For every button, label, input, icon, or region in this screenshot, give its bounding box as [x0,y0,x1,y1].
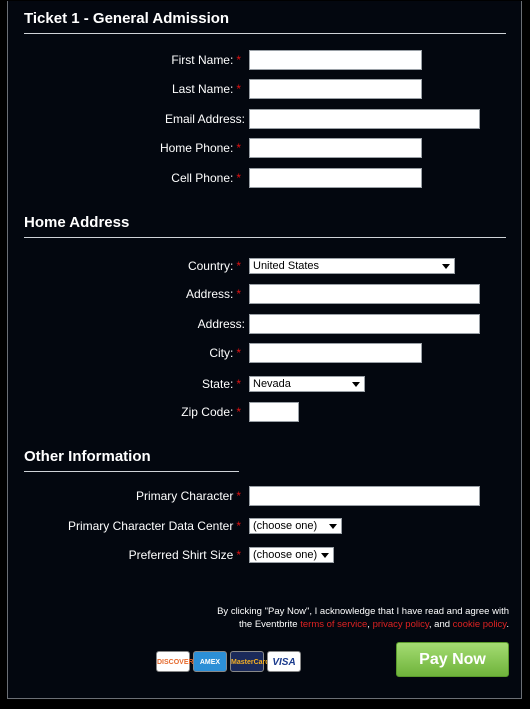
data-center-select[interactable]: (choose one) [249,518,342,534]
chevron-down-icon [329,524,337,529]
address1-row: Address: * [8,283,521,305]
first-name-label: First Name: * [171,53,241,67]
visa-card-icon: VISA [267,651,301,672]
shirt-size-label: Preferred Shirt Size * [128,548,241,562]
cookie-policy-link[interactable]: cookie policy [453,619,507,630]
address2-row: Address: [8,313,521,335]
section-divider [24,33,506,34]
zip-label: Zip Code: * [181,405,241,419]
city-row: City: * [8,342,521,364]
zip-field[interactable] [249,402,299,422]
email-label: Email Address: [164,112,245,126]
address1-field[interactable] [249,284,480,304]
legal-line-2: the Eventbrite terms of service, privacy… [238,619,509,630]
last-name-field[interactable] [249,79,422,99]
address1-label: Address: * [185,287,241,301]
terms-of-service-link[interactable]: terms of service [300,619,367,630]
city-field[interactable] [249,343,422,363]
mastercard-icon: MasterCard [230,651,270,672]
primary-character-field[interactable] [249,486,480,506]
amex-card-icon: AMEX [193,651,227,672]
email-field[interactable] [249,109,480,129]
primary-character-label: Primary Character * [135,489,241,503]
address2-field[interactable] [249,314,480,334]
discover-card-icon: DISCOVER [156,651,194,672]
shirt-size-select[interactable]: (choose one) [249,547,334,563]
chevron-down-icon [352,382,360,387]
last-name-label: Last Name: * [171,82,241,96]
chevron-down-icon [442,264,450,269]
data-center-label: Primary Character Data Center * [67,519,241,533]
country-row: Country: * United States [8,255,521,277]
city-label: City: * [209,346,241,360]
data-center-row: Primary Character Data Center * (choose o… [8,515,521,537]
home-phone-label: Home Phone: * [159,141,241,155]
section-divider [24,237,506,238]
primary-character-row: Primary Character * [8,485,521,507]
ticket-title: Ticket 1 - General Admission [24,10,230,27]
shirt-size-row: Preferred Shirt Size * (choose one) [8,544,521,566]
registration-form: Ticket 1 - General Admission First Name:… [7,1,522,699]
chevron-down-icon [321,553,329,558]
other-information-title: Other Information [24,448,151,465]
last-name-row: Last Name: * [8,78,521,100]
home-address-title: Home Address [24,214,130,231]
legal-notice: By clicking "Pay Now", I acknowledge tha… [179,605,509,631]
country-select[interactable]: United States [249,258,455,274]
home-phone-row: Home Phone: * [8,137,521,159]
legal-line-1: By clicking "Pay Now", I acknowledge tha… [217,606,509,617]
first-name-field[interactable] [249,50,422,70]
state-label: State: * [201,377,241,391]
cell-phone-label: Cell Phone: * [171,171,241,185]
state-select[interactable]: Nevada [249,376,365,392]
address2-label: Address: [197,317,245,331]
pay-now-button[interactable]: Pay Now [396,642,509,677]
section-divider [24,471,239,472]
home-phone-field[interactable] [249,138,422,158]
cell-phone-field[interactable] [249,168,422,188]
state-row: State: * Nevada [8,373,521,395]
cell-phone-row: Cell Phone: * [8,167,521,189]
first-name-row: First Name: * [8,49,521,71]
zip-row: Zip Code: * [8,401,521,423]
email-row: Email Address: [8,108,521,130]
privacy-policy-link[interactable]: privacy policy [373,619,429,630]
country-label: Country: * [187,259,241,273]
